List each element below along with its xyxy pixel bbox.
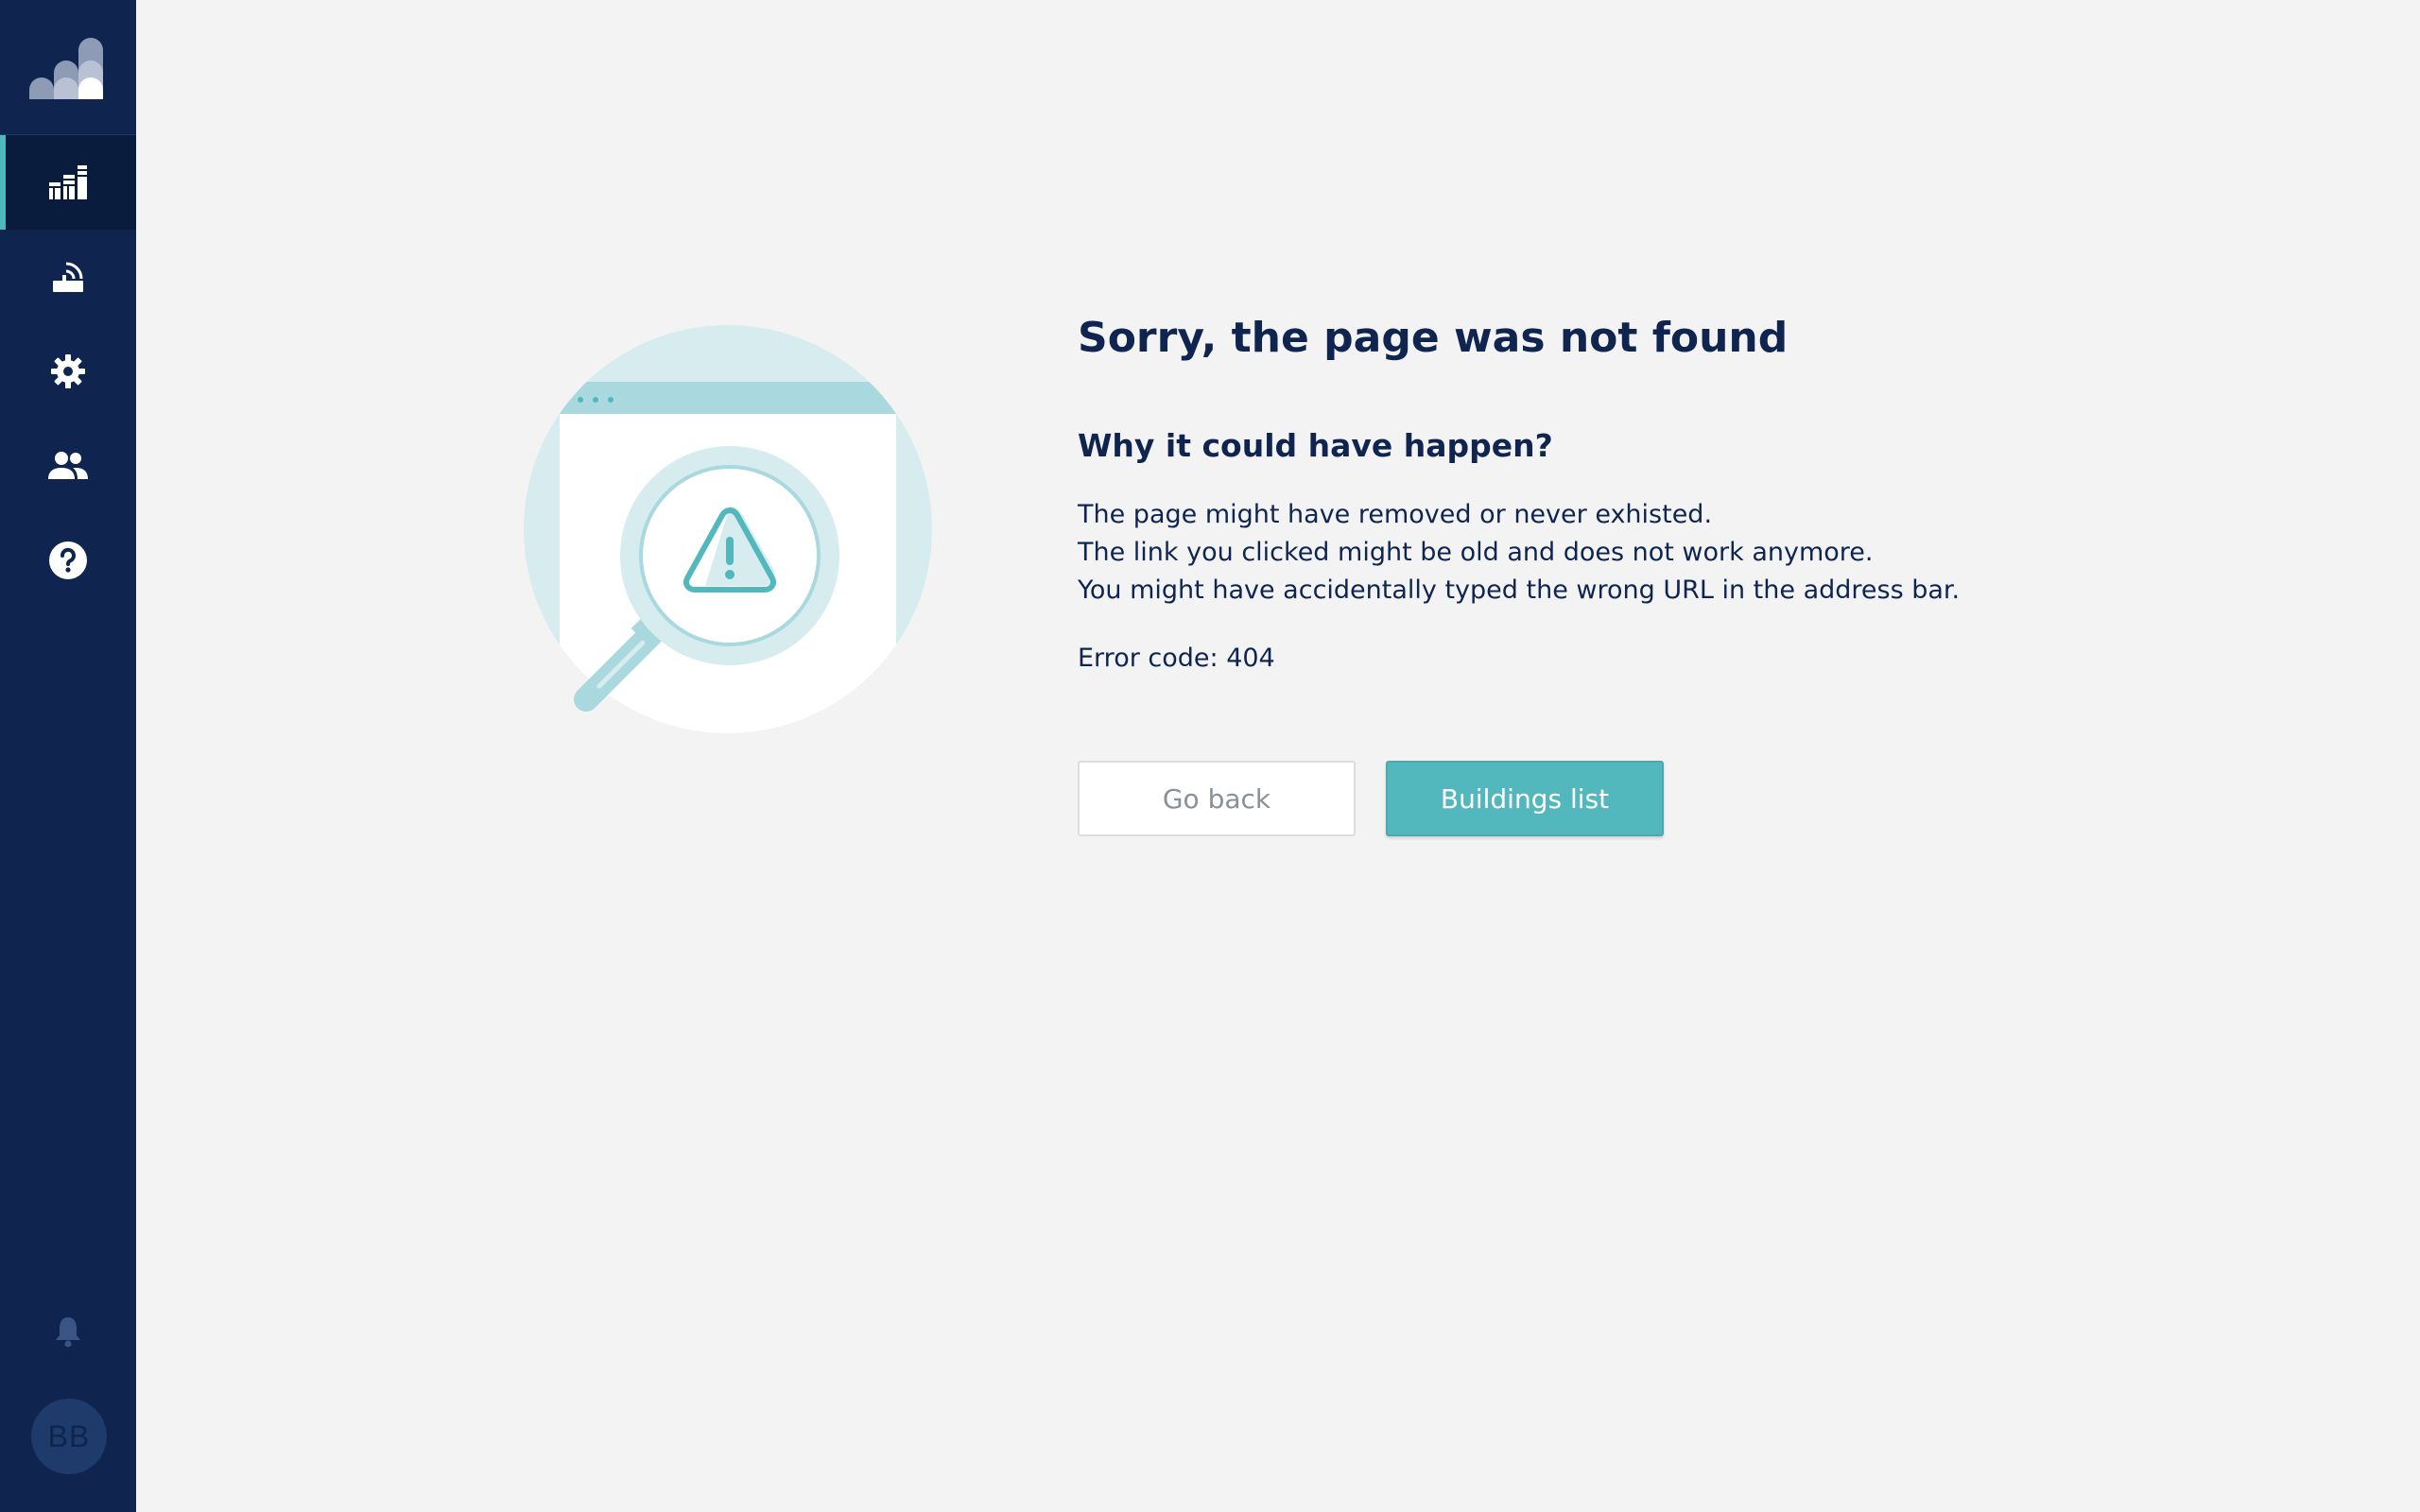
avatar[interactable]: BB [31, 1399, 107, 1474]
buildings-list-button[interactable]: Buildings list [1386, 761, 1664, 836]
sidebar-item-gateways[interactable] [0, 230, 136, 324]
page-title: Sorry, the page was not found [1078, 314, 1789, 362]
go-back-button[interactable]: Go back [1078, 761, 1356, 836]
reason-item: You might have accidentally typed the wr… [1078, 576, 1961, 605]
buildings-logo-icon [29, 38, 103, 99]
magnifier-warning-icon [524, 325, 932, 733]
error-subtitle: Why it could have happen? [1078, 427, 1553, 464]
gear-icon [51, 354, 85, 388]
sidebar-item-settings[interactable] [0, 324, 136, 419]
app-logo[interactable] [0, 0, 136, 136]
sidebar-item-buildings[interactable] [0, 135, 136, 230]
bell-icon [56, 1317, 80, 1348]
not-found-illustration [520, 321, 936, 737]
users-icon [48, 452, 88, 479]
notifications-button[interactable] [0, 1308, 136, 1355]
gateway-icon [53, 262, 83, 292]
error-content: Sorry, the page was not found Why it cou… [1078, 307, 2212, 836]
sidebar-item-users[interactable] [0, 419, 136, 513]
reason-item: The link you clicked might be old and do… [1078, 538, 1874, 567]
reasons-list: The page might have removed or never exh… [1078, 496, 1960, 610]
reason-item: The page might have removed or never exh… [1078, 500, 1713, 529]
sidebar-item-help[interactable] [0, 513, 136, 608]
sidebar: BB [0, 0, 136, 1512]
help-icon [49, 541, 87, 579]
buildings-icon [49, 165, 87, 199]
error-code: Error code: 404 [1078, 644, 1275, 673]
